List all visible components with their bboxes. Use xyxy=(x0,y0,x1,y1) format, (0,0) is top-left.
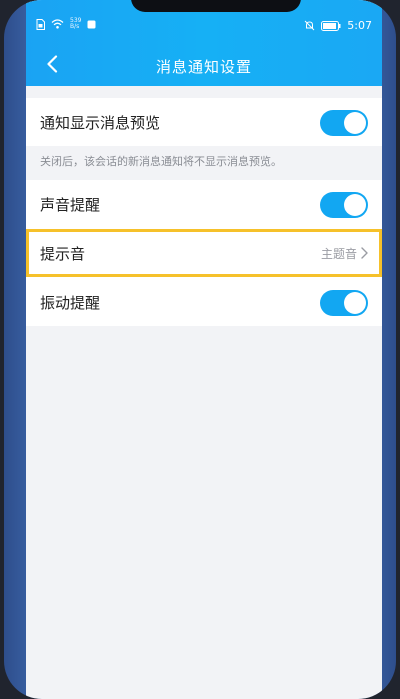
chevron-right-icon xyxy=(361,247,368,259)
setting-label-vibrate: 振动提醒 xyxy=(40,293,101,312)
setting-label-sound: 声音提醒 xyxy=(40,195,101,214)
toggle-knob xyxy=(344,292,366,314)
status-right: 5:07 xyxy=(304,19,372,32)
setting-label-preview: 通知显示消息预览 xyxy=(40,113,161,132)
ringtone-value: 主题音 xyxy=(320,246,357,261)
screen: 539 B/s 5:07 消息通知设置 通知显示消息预览 关闭后，该会话的新消息… xyxy=(26,0,382,699)
setting-row-vibrate[interactable]: 振动提醒 xyxy=(26,278,382,326)
setting-row-sound[interactable]: 声音提醒 xyxy=(26,180,382,228)
camera-notch xyxy=(131,0,301,12)
header: 539 B/s 5:07 消息通知设置 xyxy=(26,0,382,86)
toggle-knob xyxy=(344,112,366,134)
battery-icon xyxy=(321,20,341,31)
status-left: 539 B/s xyxy=(36,18,96,30)
ringtone-value-wrap: 主题音 xyxy=(321,229,368,277)
clock-time: 5:07 xyxy=(347,19,372,32)
sound-toggle[interactable] xyxy=(320,192,368,218)
status-bar: 539 B/s 5:07 xyxy=(26,18,382,36)
wifi-icon xyxy=(51,19,64,29)
network-speed: 539 B/s xyxy=(70,18,81,30)
app-notification-icon xyxy=(87,20,96,29)
section-gap xyxy=(26,86,382,98)
toggle-knob xyxy=(344,194,366,216)
preview-hint: 关闭后，该会话的新消息通知将不显示消息预览。 xyxy=(26,146,382,180)
vibrate-toggle[interactable] xyxy=(320,290,368,316)
mute-bell-icon xyxy=(304,20,315,31)
setting-row-ringtone[interactable]: 提示音 主题音 xyxy=(26,229,382,277)
setting-label-ringtone: 提示音 xyxy=(40,244,86,263)
preview-toggle[interactable] xyxy=(320,110,368,136)
phone-frame: 539 B/s 5:07 消息通知设置 通知显示消息预览 关闭后，该会话的新消息… xyxy=(4,0,396,699)
page-title: 消息通知设置 xyxy=(155,58,252,76)
network-speed-unit: B/s xyxy=(70,23,80,30)
settings-list: 通知显示消息预览 关闭后，该会话的新消息通知将不显示消息预览。 声音提醒 提示音… xyxy=(26,86,382,326)
setting-row-preview[interactable]: 通知显示消息预览 xyxy=(26,98,382,146)
sim-card-icon xyxy=(36,18,45,30)
nav-bar: 消息通知设置 xyxy=(26,46,382,82)
